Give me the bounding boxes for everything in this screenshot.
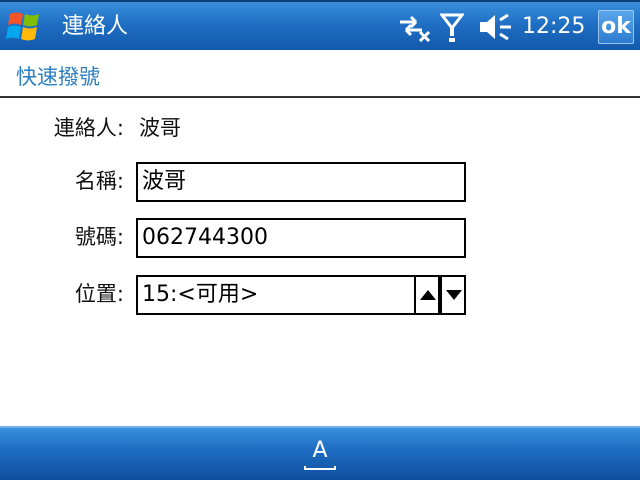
position-down-button[interactable] bbox=[440, 275, 466, 315]
input-panel-button[interactable]: A bbox=[300, 436, 340, 474]
app-title: 連絡人 bbox=[62, 14, 129, 39]
start-button[interactable] bbox=[4, 8, 48, 46]
volume-icon[interactable] bbox=[478, 12, 514, 42]
name-label: 名稱: bbox=[74, 169, 124, 193]
contact-value: 波哥 bbox=[139, 116, 181, 140]
position-input[interactable]: 15:<可用> bbox=[136, 275, 414, 315]
position-up-button[interactable] bbox=[414, 275, 440, 315]
contact-label: 連絡人: bbox=[53, 116, 124, 140]
number-input[interactable]: 062744300 bbox=[136, 218, 466, 258]
keyboard-icon: A bbox=[312, 438, 328, 463]
position-label: 位置: bbox=[74, 282, 124, 306]
bottom-menu-bar: A bbox=[0, 426, 640, 480]
number-label: 號碼: bbox=[74, 225, 124, 249]
page-header: 快速撥號 bbox=[0, 50, 640, 98]
name-input[interactable]: 波哥 bbox=[136, 162, 466, 202]
page-title: 快速撥號 bbox=[16, 65, 100, 89]
ok-button[interactable]: ok bbox=[598, 10, 634, 44]
arrow-down-icon bbox=[446, 290, 462, 300]
input-panel-base bbox=[304, 466, 336, 470]
clock[interactable]: 12:25 bbox=[522, 13, 585, 41]
windows-start-icon bbox=[6, 12, 39, 41]
title-bar: 連絡人 12:25 ok bbox=[0, 0, 640, 50]
arrow-up-icon bbox=[420, 290, 436, 300]
signal-strength-icon[interactable] bbox=[440, 12, 464, 42]
connectivity-icon[interactable] bbox=[396, 12, 432, 42]
